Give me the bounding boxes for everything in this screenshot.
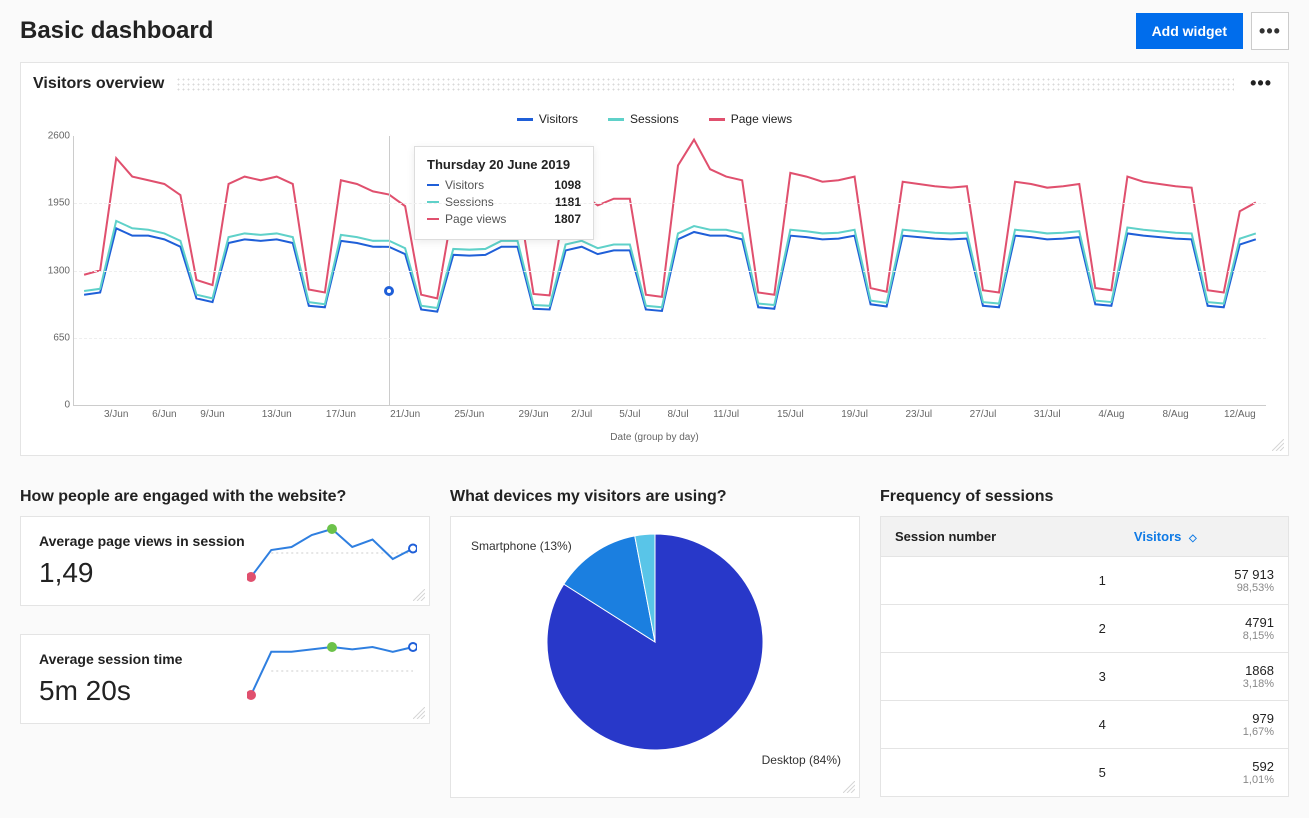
avg-page-views-card: Average page views in session 1,49 [20, 516, 430, 606]
tooltip-label: Sessions [445, 195, 549, 209]
section-title: How people are engaged with the website? [20, 488, 430, 506]
legend-swatch [608, 118, 624, 121]
legend-swatch [517, 118, 533, 121]
resize-handle-icon[interactable] [413, 707, 425, 719]
x-axis-label: Date (group by day) [33, 432, 1276, 443]
legend-label: Sessions [630, 112, 679, 126]
tooltip-value: 1098 [554, 178, 581, 192]
tooltip-label: Page views [445, 212, 548, 226]
devices-column: What devices my visitors are using? Smar… [450, 476, 860, 798]
widget-drag-handle[interactable] [176, 77, 1234, 91]
cell-visitors: 47918,15% [1120, 605, 1289, 653]
avg-session-time-card: Average session time 5m 20s [20, 634, 430, 724]
more-menu-button[interactable]: ••• [1251, 12, 1289, 50]
frequency-column: Frequency of sessions Session number Vis… [880, 476, 1289, 797]
tooltip-title: Thursday 20 June 2019 [427, 157, 581, 172]
tooltip-label: Visitors [445, 178, 548, 192]
add-widget-button[interactable]: Add widget [1136, 13, 1243, 49]
cell-session-number: 4 [881, 701, 1120, 749]
legend-label: Visitors [539, 112, 578, 126]
ellipsis-icon: ••• [1259, 21, 1281, 42]
cell-visitors: 5921,01% [1120, 749, 1289, 797]
legend-item[interactable]: Sessions [608, 112, 679, 126]
chart-tooltip: Thursday 20 June 2019 Visitors 1098 Sessi… [414, 146, 594, 240]
page-title: Basic dashboard [20, 17, 213, 45]
chart-legend: Visitors Sessions Page views [33, 106, 1276, 136]
cell-session-number: 3 [881, 653, 1120, 701]
table-row[interactable]: 49791,67% [881, 701, 1289, 749]
cell-session-number: 2 [881, 605, 1120, 653]
sparkline-chart [247, 641, 417, 701]
legend-label: Page views [731, 112, 792, 126]
ellipsis-icon: ••• [1250, 73, 1272, 93]
cell-session-number: 5 [881, 749, 1120, 797]
table-row[interactable]: 55921,01% [881, 749, 1289, 797]
table-row[interactable]: 318683,18% [881, 653, 1289, 701]
tooltip-value: 1181 [555, 195, 581, 209]
tooltip-value: 1807 [554, 212, 581, 226]
legend-item[interactable]: Visitors [517, 112, 578, 126]
sort-icon: ◇ [1189, 533, 1197, 544]
sparkline-chart [247, 523, 417, 583]
section-title: What devices my visitors are using? [450, 488, 860, 506]
header: Basic dashboard Add widget ••• [0, 0, 1309, 62]
column-session-number[interactable]: Session number [881, 517, 1120, 557]
column-visitors[interactable]: Visitors ◇ [1120, 517, 1289, 557]
header-actions: Add widget ••• [1136, 12, 1289, 50]
resize-handle-icon[interactable] [843, 781, 855, 793]
resize-handle-icon[interactable] [1272, 439, 1284, 451]
legend-swatch [709, 118, 725, 121]
pie-label-desktop: Desktop (84%) [762, 753, 841, 767]
devices-pie-chart[interactable] [540, 527, 770, 757]
table-row[interactable]: 157 91398,53% [881, 557, 1289, 605]
pie-label-smartphone: Smartphone (13%) [471, 539, 572, 553]
devices-pie-widget: Smartphone (13%) Desktop (84%) [450, 516, 860, 798]
tooltip-swatch [427, 184, 439, 186]
cell-visitors: 18683,18% [1120, 653, 1289, 701]
visitors-line-chart[interactable]: 0650130019502600 3/Jun6/Jun9/Jun13/Jun17… [73, 136, 1266, 406]
widget-menu-button[interactable]: ••• [1246, 73, 1276, 94]
column-label: Visitors [1134, 529, 1181, 544]
tooltip-swatch [427, 218, 439, 220]
visitors-overview-widget: Visitors overview ••• Visitors Sessions … [20, 62, 1289, 456]
engagement-column: How people are engaged with the website?… [20, 476, 430, 752]
cell-visitors: 57 91398,53% [1120, 557, 1289, 605]
cell-visitors: 9791,67% [1120, 701, 1289, 749]
table-row[interactable]: 247918,15% [881, 605, 1289, 653]
cell-session-number: 1 [881, 557, 1120, 605]
resize-handle-icon[interactable] [413, 589, 425, 601]
section-title: Frequency of sessions [880, 488, 1289, 506]
frequency-table: Session number Visitors ◇ 157 91398,53%2… [880, 516, 1289, 797]
legend-item[interactable]: Page views [709, 112, 792, 126]
widget-title: Visitors overview [33, 75, 164, 93]
